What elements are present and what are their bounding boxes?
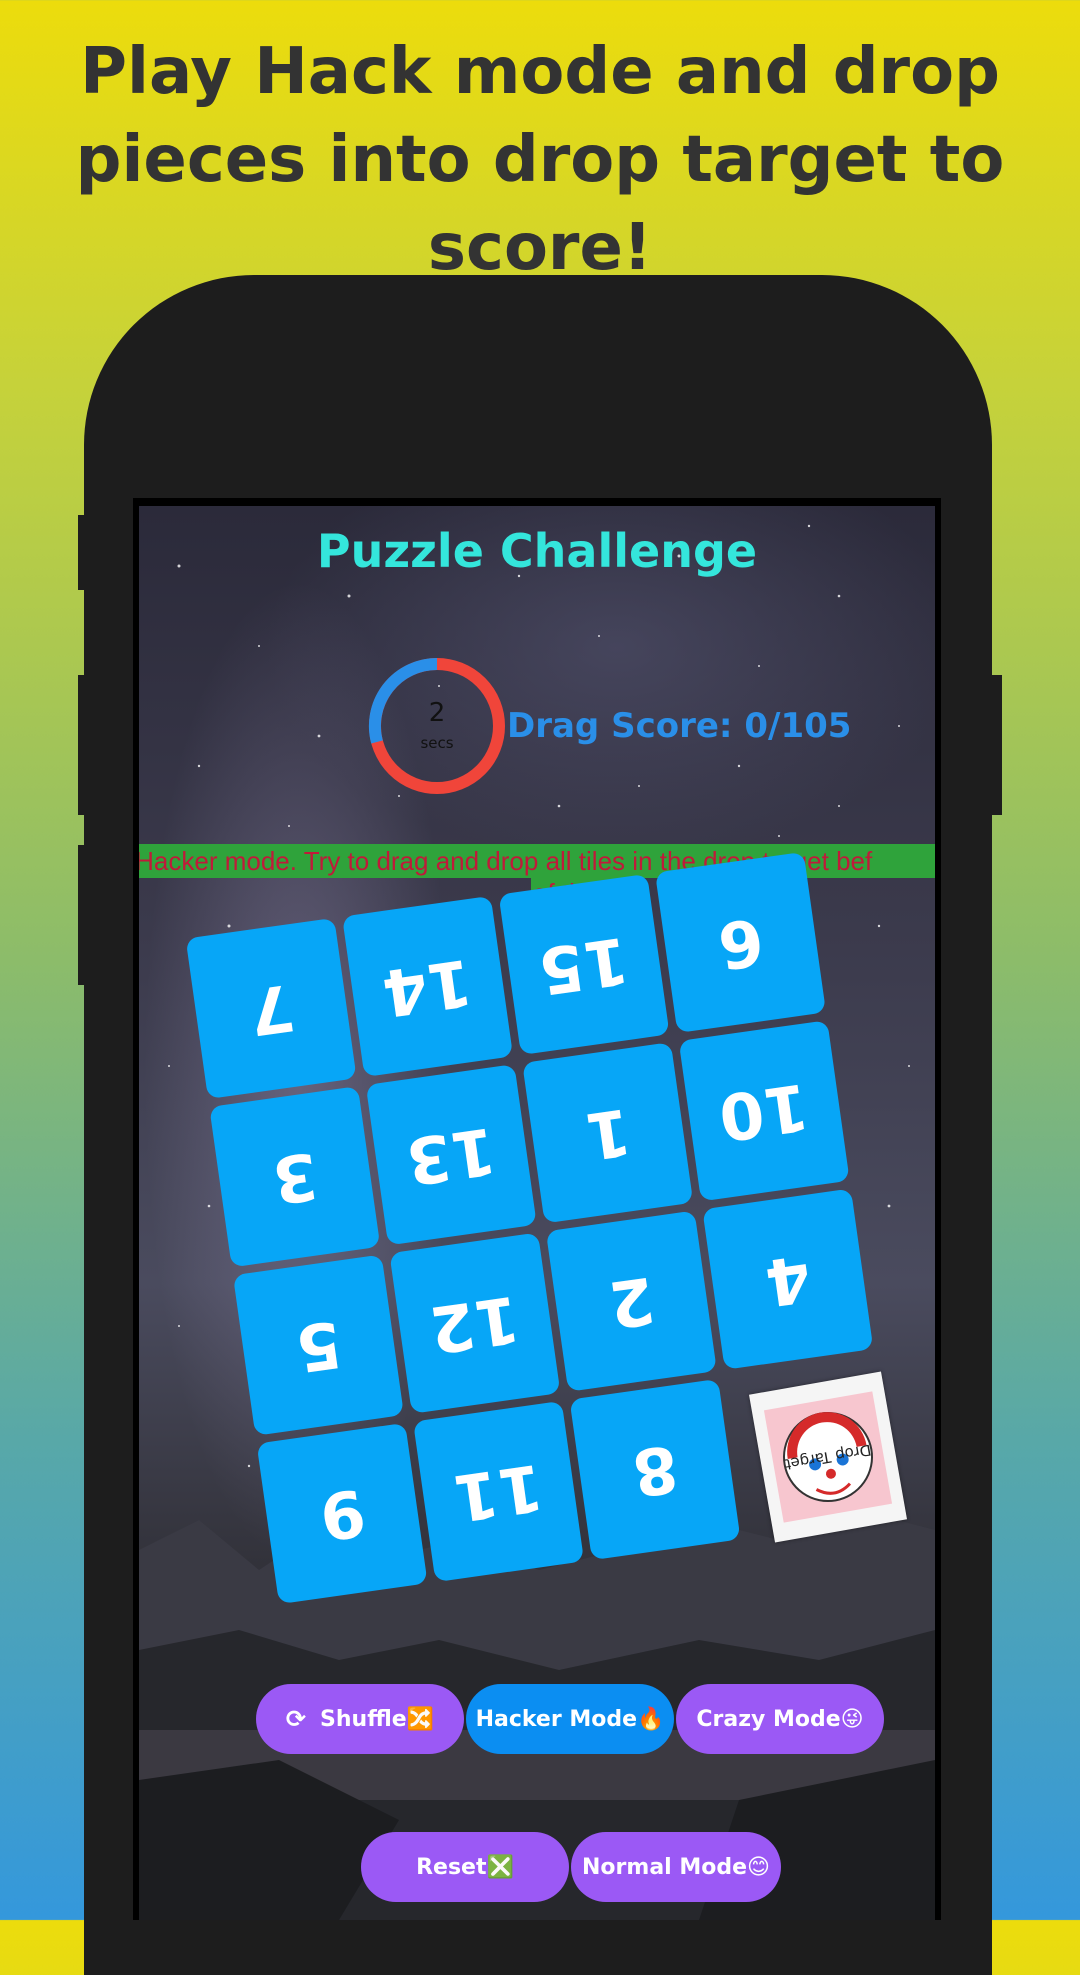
promo-line-2: pieces into drop target to score! [75, 123, 1005, 285]
phone-side-button [78, 675, 92, 815]
phone-side-button [78, 515, 92, 590]
tile-number: 8 [627, 1429, 683, 1510]
timer-unit: secs [420, 734, 454, 752]
tile-number: 11 [449, 1448, 548, 1535]
puzzle-tile[interactable]: 11 [413, 1400, 585, 1583]
normal-mode-button[interactable]: Normal Mode😊 [571, 1832, 781, 1902]
normal-mode-label: Normal Mode😊 [582, 1854, 770, 1880]
tile-number: 9 [314, 1473, 370, 1554]
puzzle-tile[interactable]: 5 [232, 1254, 404, 1436]
crazy-mode-button[interactable]: Crazy Mode😜 [676, 1684, 884, 1754]
tile-number: 13 [401, 1111, 501, 1198]
puzzle-tile[interactable]: 10 [678, 1020, 850, 1202]
tile-number: 1 [580, 1093, 635, 1173]
phone-power-button [988, 675, 1002, 815]
drag-score: Drag Score: 0/105 [507, 706, 852, 746]
refresh-icon: ⟳ [285, 1705, 307, 1733]
tile-number: 7 [243, 968, 299, 1049]
tile-number: 3 [267, 1137, 322, 1217]
shuffle-button[interactable]: ⟳ Shuffle🔀 [256, 1684, 464, 1754]
puzzle-tile[interactable]: 3 [209, 1086, 381, 1268]
promo-headline: Play Hack mode and drop pieces into drop… [0, 28, 1080, 292]
tile-number: 5 [291, 1305, 346, 1385]
timer-value: 2 [428, 698, 446, 728]
app-title: Puzzle Challenge [316, 524, 758, 578]
hacker-mode-button[interactable]: Hacker Mode🔥 [466, 1684, 674, 1754]
crazy-mode-label: Crazy Mode😜 [696, 1706, 864, 1732]
puzzle-tile[interactable]: 6 [654, 851, 827, 1034]
puzzle-tile[interactable]: 13 [365, 1064, 537, 1246]
drop-target[interactable]: Drop Target [748, 1371, 908, 1543]
tile-number: 14 [378, 943, 477, 1030]
clown-face-icon: Drop Target [763, 1391, 893, 1523]
puzzle-tile[interactable]: 4 [702, 1188, 874, 1370]
hacker-mode-label: Hacker Mode🔥 [475, 1706, 665, 1732]
puzzle-tile[interactable]: 12 [389, 1232, 561, 1414]
tile-number: 12 [425, 1280, 525, 1366]
puzzle-tile[interactable]: 15 [498, 873, 670, 1056]
tile-number: 6 [713, 902, 768, 983]
tile-number: 2 [604, 1261, 659, 1341]
shuffle-label: Shuffle🔀 [320, 1706, 435, 1732]
puzzle-tile[interactable]: 14 [342, 895, 514, 1078]
reset-button[interactable]: Reset❎ [361, 1832, 569, 1902]
tile-number: 15 [534, 921, 634, 1008]
puzzle-tile[interactable]: 2 [545, 1210, 717, 1392]
tile-number: 10 [714, 1067, 814, 1154]
puzzle-tile[interactable]: 7 [185, 917, 357, 1100]
reset-label: Reset❎ [416, 1854, 514, 1880]
puzzle-tile[interactable]: 9 [256, 1422, 428, 1605]
puzzle-tile[interactable]: 1 [522, 1042, 694, 1224]
phone-screen: Puzzle Challenge 2 secs Drag Score: 0/10… [133, 498, 941, 1920]
countdown-timer: 2 secs [367, 656, 507, 796]
app-background: Puzzle Challenge 2 secs Drag Score: 0/10… [139, 506, 935, 1920]
puzzle-tile[interactable]: 8 [569, 1378, 741, 1561]
phone-side-button [78, 845, 92, 985]
promo-line-1: Play Hack mode and drop [80, 35, 1000, 109]
tile-number: 4 [760, 1239, 816, 1319]
